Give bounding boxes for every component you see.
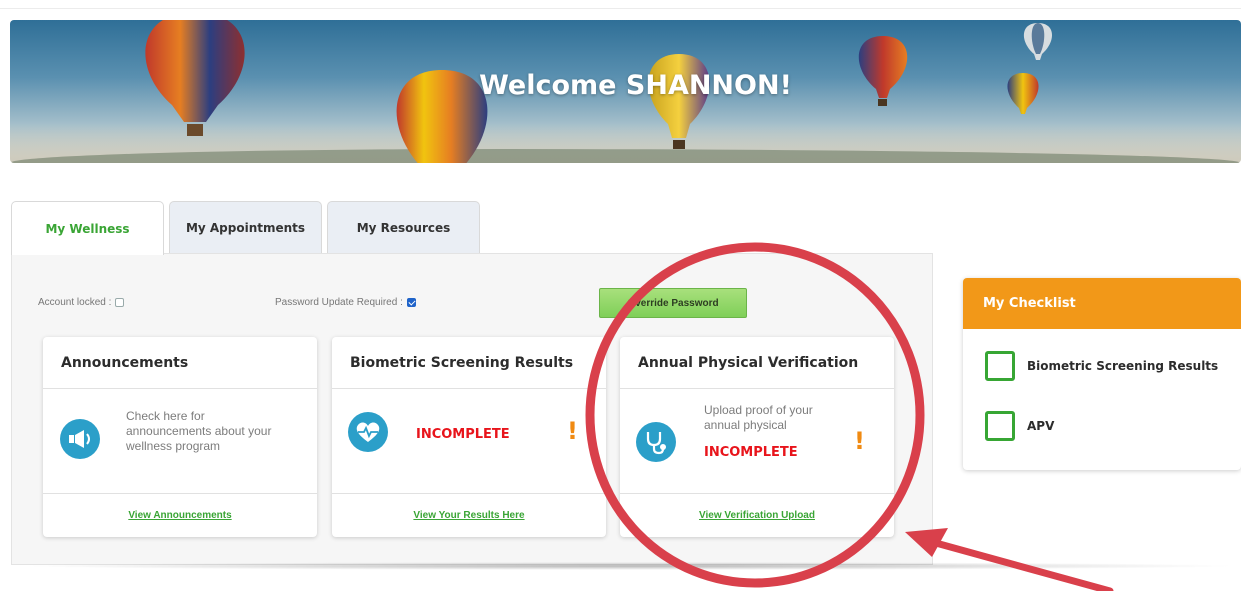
card-body: Check here for announcements about your … bbox=[43, 389, 317, 494]
card-body: Upload proof of your annual physical INC… bbox=[620, 389, 894, 494]
password-update-label: Password Update Required : bbox=[275, 297, 403, 308]
account-locked-option: Account locked : bbox=[38, 297, 125, 308]
checklist-checkbox[interactable] bbox=[985, 411, 1015, 441]
card-footer: View Your Results Here bbox=[332, 494, 606, 536]
alert-icon: ! bbox=[567, 417, 578, 445]
annual-physical-card: Annual Physical Verification Upload proo… bbox=[620, 337, 894, 537]
balloon-image bbox=[1023, 23, 1053, 60]
status-badge: INCOMPLETE bbox=[416, 427, 510, 442]
status-badge: INCOMPLETE bbox=[704, 445, 798, 460]
description-line: announcements about your bbox=[126, 424, 272, 438]
checklist-checkbox[interactable] bbox=[985, 351, 1015, 381]
my-checklist-panel: My Checklist Biometric Screening Results… bbox=[963, 278, 1241, 470]
card-title: Annual Physical Verification bbox=[620, 337, 894, 389]
top-divider bbox=[0, 8, 1241, 9]
checklist-item-label: APV bbox=[1027, 419, 1055, 433]
description-line: wellness program bbox=[126, 439, 221, 453]
panel-shadow bbox=[20, 562, 1240, 570]
checklist-item-apv: APV bbox=[985, 411, 1054, 441]
megaphone-icon bbox=[60, 419, 100, 459]
card-footer: View Announcements bbox=[43, 494, 317, 536]
description-line: Check here for bbox=[126, 409, 205, 423]
card-body: INCOMPLETE ! bbox=[332, 389, 606, 494]
card-description: Upload proof of your annual physical bbox=[704, 403, 813, 433]
announcements-card: Announcements Check here for announcemen… bbox=[43, 337, 317, 537]
checklist-title: My Checklist bbox=[963, 278, 1241, 329]
password-update-checkbox[interactable] bbox=[406, 298, 416, 307]
card-description: Check here for announcements about your … bbox=[126, 409, 271, 454]
card-footer: View Verification Upload bbox=[620, 494, 894, 536]
account-locked-label: Account locked : bbox=[38, 297, 112, 308]
view-verification-upload-link[interactable]: View Verification Upload bbox=[699, 510, 815, 521]
card-title: Announcements bbox=[43, 337, 317, 389]
account-locked-checkbox[interactable] bbox=[115, 298, 125, 307]
tab-my-resources[interactable]: My Resources bbox=[327, 201, 480, 254]
view-announcements-link[interactable]: View Announcements bbox=[128, 510, 231, 521]
checklist-item-biometric: Biometric Screening Results bbox=[985, 351, 1218, 381]
stethoscope-icon bbox=[636, 422, 676, 462]
view-results-link[interactable]: View Your Results Here bbox=[413, 510, 524, 521]
description-line: annual physical bbox=[704, 418, 787, 432]
welcome-banner: Welcome SHANNON! bbox=[10, 20, 1241, 163]
alert-icon: ! bbox=[854, 427, 865, 455]
description-line: Upload proof of your bbox=[704, 403, 813, 417]
heart-pulse-icon bbox=[348, 412, 388, 452]
override-password-button[interactable]: Override Password bbox=[599, 288, 747, 318]
card-title: Biometric Screening Results bbox=[332, 337, 606, 389]
checklist-item-label: Biometric Screening Results bbox=[1027, 359, 1219, 373]
tab-my-wellness[interactable]: My Wellness bbox=[11, 201, 164, 255]
biometric-screening-card: Biometric Screening Results INCOMPLETE !… bbox=[332, 337, 606, 537]
tab-my-appointments[interactable]: My Appointments bbox=[169, 201, 322, 254]
password-update-option: Password Update Required : bbox=[275, 297, 416, 308]
balloon-image bbox=[648, 54, 710, 149]
welcome-heading: Welcome SHANNON! bbox=[479, 70, 792, 101]
